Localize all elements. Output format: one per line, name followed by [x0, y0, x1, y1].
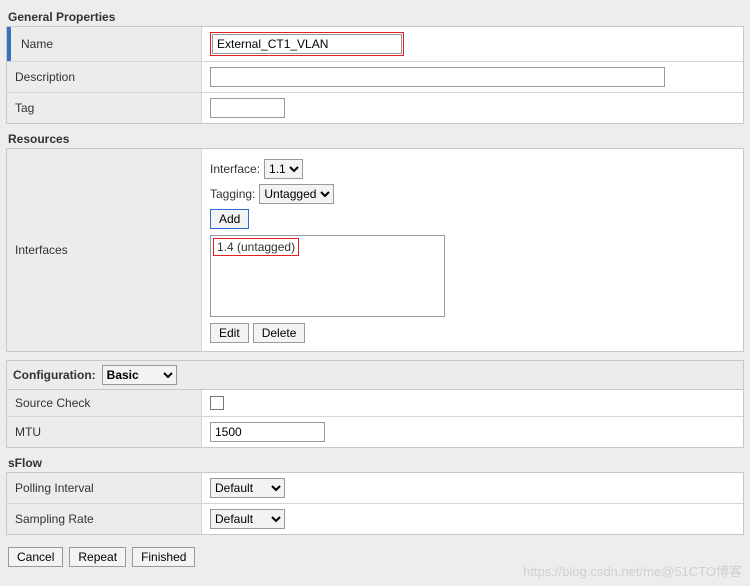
- label-sampling: Sampling Rate: [7, 504, 202, 534]
- finished-button[interactable]: Finished: [132, 547, 195, 567]
- row-mtu: MTU: [7, 417, 743, 447]
- section-title-general: General Properties: [8, 10, 744, 24]
- section-title-sflow: sFlow: [8, 456, 744, 470]
- row-name: Name: [7, 27, 743, 62]
- general-panel: Name Description Tag: [6, 26, 744, 124]
- list-item[interactable]: 1.4 (untagged): [213, 238, 299, 256]
- cancel-button[interactable]: Cancel: [8, 547, 63, 567]
- label-source-check: Source Check: [7, 390, 202, 416]
- row-polling: Polling Interval Default: [7, 473, 743, 504]
- configuration-select[interactable]: Basic: [102, 365, 177, 385]
- row-description: Description: [7, 62, 743, 93]
- sflow-panel: Polling Interval Default Sampling Rate D…: [6, 472, 744, 535]
- resources-panel: Interfaces Interface: 1.1 Tagging: Untag…: [6, 148, 744, 352]
- source-check-checkbox[interactable]: [210, 396, 224, 410]
- mtu-input[interactable]: [210, 422, 325, 442]
- interfaces-listbox[interactable]: 1.4 (untagged): [210, 235, 445, 317]
- configuration-label: Configuration:: [13, 368, 96, 382]
- label-tag: Tag: [7, 93, 202, 123]
- tagging-select[interactable]: Untagged: [259, 184, 334, 204]
- label-name: Name: [7, 27, 202, 61]
- name-input-highlight: [210, 32, 404, 56]
- label-polling: Polling Interval: [7, 473, 202, 503]
- tag-input[interactable]: [210, 98, 285, 118]
- polling-select[interactable]: Default: [210, 478, 285, 498]
- interface-select[interactable]: 1.1: [264, 159, 303, 179]
- configuration-panel: Source Check MTU: [6, 389, 744, 448]
- delete-button[interactable]: Delete: [253, 323, 306, 343]
- description-input[interactable]: [210, 67, 665, 87]
- label-interfaces: Interfaces: [7, 149, 202, 351]
- row-sampling: Sampling Rate Default: [7, 504, 743, 534]
- row-interfaces: Interfaces Interface: 1.1 Tagging: Untag…: [7, 149, 743, 351]
- footer-buttons: Cancel Repeat Finished: [6, 543, 744, 567]
- row-tag: Tag: [7, 93, 743, 123]
- label-mtu: MTU: [7, 417, 202, 447]
- edit-button[interactable]: Edit: [210, 323, 249, 343]
- configuration-bar: Configuration: Basic: [6, 360, 744, 389]
- label-description: Description: [7, 62, 202, 92]
- add-button[interactable]: Add: [210, 209, 249, 229]
- interface-label: Interface:: [210, 162, 260, 176]
- section-title-resources: Resources: [8, 132, 744, 146]
- row-source-check: Source Check: [7, 390, 743, 417]
- tagging-label: Tagging:: [210, 187, 255, 201]
- repeat-button[interactable]: Repeat: [69, 547, 126, 567]
- sampling-select[interactable]: Default: [210, 509, 285, 529]
- name-input[interactable]: [212, 34, 402, 54]
